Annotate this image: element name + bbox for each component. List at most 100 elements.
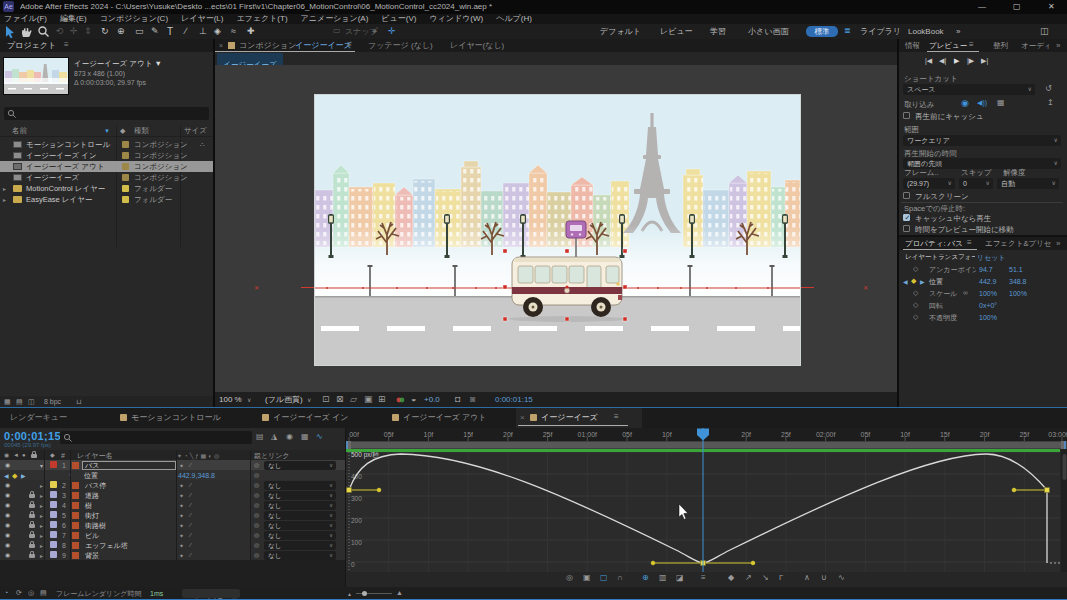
cache-before-checkbox[interactable] — [903, 112, 910, 119]
reset-shortcut-icon[interactable]: ↺ — [1045, 85, 1052, 93]
stopwatch-icon[interactable]: ◇ — [913, 265, 918, 272]
shortcut-dropdown[interactable]: スペース∨ — [903, 84, 1035, 95]
shared-view-icon[interactable]: ⌖ — [372, 27, 377, 36]
orbit-camera-tool[interactable]: ⟲ — [56, 27, 64, 36]
layer-name[interactable]: 背景 — [85, 552, 99, 559]
viewer-tab-footage[interactable]: フッテージ (なし) — [368, 42, 433, 50]
reset-time-checkbox[interactable] — [903, 225, 910, 232]
current-timecode[interactable]: 0;00;01;15 — [4, 430, 61, 442]
view-layout-icon[interactable]: ⊞ — [378, 395, 386, 404]
prop-rotation-label[interactable]: 回転 — [929, 302, 943, 309]
composition-flowchart-icon[interactable]: ▤ — [256, 433, 264, 441]
wave-icon[interactable]: ∿ — [838, 574, 845, 582]
column-name[interactable]: 名前 — [12, 127, 27, 135]
new-folder-icon[interactable]: ▤ — [16, 398, 23, 405]
item-name[interactable]: MotionControl レイヤー — [26, 185, 105, 193]
pick-whip-icon[interactable]: ◎ — [254, 522, 259, 528]
label-color[interactable] — [122, 185, 129, 192]
stopwatch-icon[interactable]: ◇ — [913, 289, 918, 296]
lock-icon[interactable] — [29, 524, 35, 528]
eye-icon[interactable]: ◉ — [5, 502, 10, 508]
timeline-search-box[interactable] — [60, 431, 252, 444]
pick-whip-icon[interactable]: ◎ — [254, 552, 259, 558]
prop-opacity-label[interactable]: 不透明度 — [929, 314, 957, 321]
parent-dropdown[interactable]: なし∨ — [264, 531, 336, 540]
lock-icon[interactable] — [29, 554, 35, 558]
layer-name[interactable]: ビル — [85, 532, 99, 539]
column-size[interactable]: サイズ — [184, 127, 207, 135]
graph-editor-canvas[interactable]: 00f 05f 10f 15f 20f 25f 01:00f 05f 10f 2… — [346, 428, 1067, 587]
prop-scale-label[interactable]: スケール — [929, 290, 958, 297]
project-row-easyease[interactable]: イージーイーズ コンポジション — [0, 172, 213, 183]
tab-comp-motioncontrol[interactable]: モーションコントロール — [131, 414, 221, 422]
new-composition-icon[interactable]: ◫ — [28, 398, 35, 405]
expand-arrow-icon[interactable]: ▸ — [40, 532, 43, 539]
graph-editor-icon[interactable]: ∿ — [316, 433, 323, 441]
panel-layout-icon[interactable]: ◫ — [1040, 27, 1049, 36]
prop-scale-y[interactable]: 100% — [1009, 290, 1027, 297]
snap-checkbox[interactable]: ▭ — [333, 27, 341, 35]
close-tab-icon[interactable]: × — [520, 414, 525, 422]
motion-blur-icon[interactable]: ✛ — [388, 27, 396, 36]
tab-info[interactable]: 情報 — [905, 42, 920, 50]
resolution-label[interactable]: (フル画質) — [265, 396, 303, 404]
item-name[interactable]: イージーイーズ イン — [26, 152, 97, 160]
menu-file[interactable]: ファイル(F) — [4, 15, 47, 24]
parent-dropdown[interactable]: なし∨ — [264, 551, 336, 560]
quality-switch[interactable]: ✦ — [179, 522, 184, 529]
stopwatch-icon[interactable]: ◇ — [913, 301, 918, 308]
eye-icon[interactable]: ◉ — [5, 532, 10, 538]
edit-selected-keyframes-icon[interactable]: ◆ — [728, 574, 734, 582]
project-search-box[interactable] — [4, 107, 209, 120]
include-audio-icon[interactable]: ◀)) — [977, 99, 987, 106]
layer-label-color[interactable] — [50, 531, 57, 538]
pick-whip-icon[interactable]: ◎ — [254, 482, 259, 488]
graph-type-icon[interactable]: ◎ — [566, 574, 573, 582]
parent-dropdown[interactable]: なし∨ — [264, 511, 336, 520]
layer-label-color[interactable] — [50, 541, 57, 548]
expand-arrow-icon[interactable]: ▸ — [40, 502, 43, 509]
quality-switch[interactable]: ✦ — [179, 482, 184, 489]
panel-menu-icon[interactable]: ≡ — [347, 41, 352, 49]
layer-row-road[interactable]: ◉ ▸ 3 道路 ✦ ∕ ◎ なし∨ — [0, 490, 345, 500]
share-preview-icon[interactable]: ↥ — [1047, 99, 1054, 107]
workspace-default[interactable]: デフォルト — [600, 28, 641, 36]
eye-icon[interactable]: ◉ — [5, 492, 10, 498]
resolution-dropdown[interactable]: 自動∨ — [997, 178, 1059, 189]
reset-button[interactable]: リセット — [977, 254, 1006, 261]
prev-keyframe-icon[interactable]: ◀ — [903, 278, 908, 285]
zoom-in-mountain-icon[interactable]: ▲ — [396, 589, 403, 596]
include-overlays-icon[interactable]: ▦ — [997, 99, 1005, 107]
effects-switch[interactable]: ∕ — [190, 462, 191, 468]
lock-icon[interactable] — [29, 544, 35, 548]
prev-keyframe-icon[interactable]: ◀ — [4, 472, 9, 479]
workspace-small-screen[interactable]: 小さい画面 — [748, 28, 788, 36]
property-name[interactable]: 位置 — [84, 472, 98, 479]
panel-divider[interactable] — [897, 39, 899, 407]
layer-name[interactable]: 樹 — [85, 502, 92, 509]
menu-view[interactable]: ビュー(V) — [381, 15, 416, 24]
close-tab-icon[interactable]: × — [219, 42, 223, 49]
label-color[interactable] — [122, 163, 129, 170]
viewer-tab-layer[interactable]: レイヤー(なし) — [450, 42, 504, 50]
motion-path-left-end[interactable]: ✕ — [254, 284, 259, 291]
quality-switch[interactable]: ✦ — [179, 492, 184, 499]
viewer-timecode[interactable]: 0:00:01:15 — [495, 396, 533, 404]
tab-preview[interactable]: プレビュー — [929, 42, 967, 50]
tab-comp-easyease[interactable]: イージーイーズ — [541, 414, 598, 422]
prop-position-y[interactable]: 348.8 — [1009, 278, 1027, 285]
play-cached-checkbox[interactable] — [903, 214, 910, 221]
layer-row-tree[interactable]: ◉ ▸ 4 樹 ✦ ∕ ◎ なし∨ — [0, 500, 345, 510]
property-value[interactable]: 442.9,348.8 — [178, 472, 215, 479]
expand-arrow-icon[interactable]: ▸ — [40, 512, 43, 519]
tab-audio[interactable]: オーディオ — [1021, 42, 1049, 50]
bit-depth-label[interactable]: 8 bpc — [44, 398, 61, 405]
menu-effect[interactable]: エフェクト(T) — [236, 15, 287, 24]
mask-visibility-icon[interactable]: ⊠ — [336, 395, 344, 404]
anchor-point-tool[interactable]: ⊕ — [117, 27, 125, 36]
item-name[interactable]: EasyEase レイヤー — [26, 196, 92, 204]
dolly-camera-tool[interactable]: ⇕ — [84, 27, 92, 36]
next-frame-button[interactable]: |▶ — [967, 57, 974, 64]
project-row-easyease-out-selected[interactable]: イージーイーズ アウト コンポジション — [0, 161, 213, 172]
tab-comp-easyease-in[interactable]: イージーイーズ イン — [273, 414, 348, 422]
